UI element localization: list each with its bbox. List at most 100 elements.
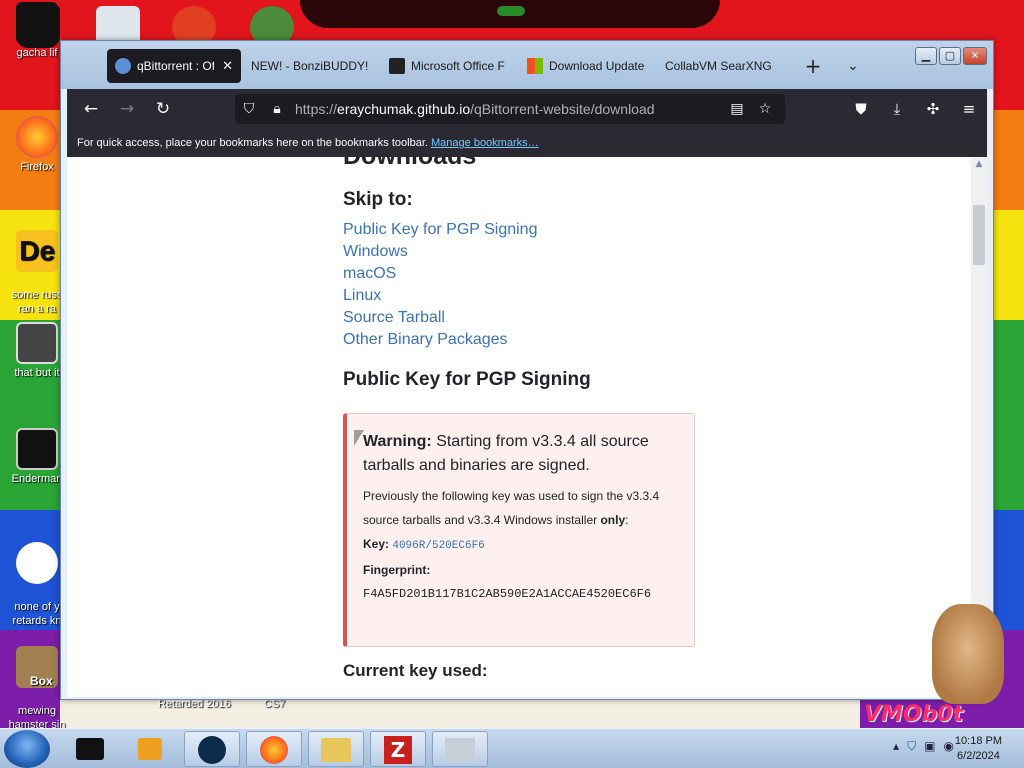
- skip-link-source-tarball[interactable]: Source Tarball: [343, 307, 723, 329]
- skip-link-windows[interactable]: Windows: [343, 241, 723, 263]
- download-icon: ⤓: [893, 100, 901, 118]
- tab-collabvm-searxng[interactable]: CollabVM SearXNG: [655, 49, 793, 83]
- downloads-section: Downloads Skip to: Public Key for PGP Si…: [343, 157, 723, 680]
- extensions-button[interactable]: ✣: [915, 94, 951, 124]
- volume-icon[interactable]: ◉: [944, 739, 954, 754]
- dinosaur-icon: [16, 542, 58, 584]
- tab-label: qBittorrent : Of: [137, 59, 215, 73]
- taskbar-app-unknown[interactable]: [432, 731, 488, 767]
- list-all-tabs-button[interactable]: ⌄: [833, 58, 873, 74]
- pocket-button[interactable]: ⛊: [843, 94, 879, 124]
- box-label: Box: [30, 674, 53, 688]
- enderman-icon: [16, 428, 58, 470]
- firefox-icon: [260, 736, 288, 764]
- forward-button[interactable]: →: [109, 94, 145, 124]
- clock-date: 6/2/2024: [957, 750, 1000, 762]
- hamburger-menu-icon: ≡: [962, 100, 976, 118]
- skip-link-other-binaries[interactable]: Other Binary Packages: [343, 329, 723, 351]
- tab-download-update[interactable]: Download Update: [517, 49, 655, 83]
- filezilla-icon: Z: [384, 736, 412, 764]
- fingerprint-value: F4A5FD201B117B1C2AB590E2A1ACCAE4520EC6F6: [363, 587, 652, 601]
- tab-qbittorrent[interactable]: qBittorrent : Of ✕: [107, 49, 241, 83]
- url-host: eraychumak.github.io: [337, 101, 471, 117]
- maximize-button[interactable]: ▢: [939, 47, 961, 65]
- taskbar-app-terminal[interactable]: [62, 731, 118, 767]
- url-text[interactable]: https://eraychumak.github.io/qBittorrent…: [295, 101, 655, 117]
- navigation-toolbar: ← → ↻ ⛉ 🔒︎ https://eraychumak.github.io/…: [67, 89, 987, 129]
- reload-button[interactable]: ↻: [145, 94, 181, 124]
- lock-icon[interactable]: 🔒︎: [263, 101, 291, 117]
- de-icon: De: [16, 230, 58, 272]
- manage-bookmarks-link[interactable]: Manage bookmarks…: [431, 137, 539, 149]
- desktop-icon-label: that but it: [14, 367, 60, 379]
- tab-bonzibuddy[interactable]: NEW! - BonziBUDDY!: [241, 49, 379, 83]
- address-bar[interactable]: ⛉ 🔒︎ https://eraychumak.github.io/qBitto…: [235, 94, 785, 124]
- archive-icon: [389, 58, 405, 74]
- close-icon: ✕: [970, 49, 980, 62]
- arrow-right-icon: →: [119, 99, 135, 119]
- bookmark-star-icon[interactable]: ☆: [751, 101, 779, 117]
- toolbar-right: ⛊ ⤓ ✣ ≡: [843, 89, 987, 129]
- skip-link-linux[interactable]: Linux: [343, 285, 723, 307]
- title-bar: qBittorrent : Of ✕ NEW! - BonziBUDDY! Mi…: [61, 41, 993, 89]
- page-title: Downloads: [343, 157, 723, 169]
- skip-link-pgp[interactable]: Public Key for PGP Signing: [343, 219, 723, 241]
- minimize-icon: ▁: [921, 49, 931, 62]
- close-window-button[interactable]: ✕: [963, 47, 987, 65]
- warning-text: Warning: Starting from v3.3.4 all source…: [363, 430, 678, 478]
- new-tab-button[interactable]: +: [793, 54, 833, 78]
- tab-microsoft-office[interactable]: Microsoft Office F: [379, 49, 517, 83]
- media-player-icon: [138, 738, 162, 760]
- system-tray: ▴ ⛉ ▣ ◉: [893, 739, 954, 754]
- security-shield-icon[interactable]: ⛉: [907, 739, 916, 754]
- mouse-cursor-icon: [354, 430, 364, 446]
- taskbar-app-filezilla[interactable]: Z: [370, 731, 426, 767]
- taskbar: Z ▴ ⛉ ▣ ◉ 10:18 PM 6/2/2024: [0, 728, 1024, 768]
- taskbar-app-firefox[interactable]: [246, 731, 302, 767]
- desktop-icon-label: none of y retards kn: [12, 601, 62, 627]
- skip-link-macos[interactable]: macOS: [343, 263, 723, 285]
- taskbar-app-media[interactable]: [122, 731, 178, 767]
- taskbar-app-explorer[interactable]: [308, 731, 364, 767]
- puzzle-icon: ✣: [926, 100, 940, 118]
- close-tab-icon[interactable]: ✕: [222, 58, 233, 74]
- key-value[interactable]: 4096R/520EC6F6: [392, 540, 484, 552]
- start-button[interactable]: [4, 730, 50, 768]
- vmobot-overlay: VMOb0t: [864, 702, 964, 727]
- page-content: Downloads Skip to: Public Key for PGP Si…: [67, 157, 971, 697]
- folder-icon: [321, 738, 351, 762]
- only-text: only: [600, 513, 626, 527]
- only-suffix: :: [625, 513, 629, 527]
- reader-view-icon[interactable]: ▤: [723, 101, 751, 117]
- show-hidden-icons-icon[interactable]: ▴: [893, 739, 899, 754]
- globe-icon: [198, 736, 226, 764]
- copy-window-icon: [16, 322, 58, 364]
- taskbar-app-globe[interactable]: [184, 731, 240, 767]
- arrow-left-icon: ←: [83, 99, 99, 119]
- desktop-icon-label: Enderman: [11, 473, 63, 485]
- network-icon[interactable]: ▣: [924, 739, 935, 754]
- app-icon: [445, 738, 475, 762]
- back-button[interactable]: ←: [73, 94, 109, 124]
- shield-icon[interactable]: ⛉: [235, 101, 263, 117]
- hamster-mascot: [932, 604, 1004, 704]
- minimize-button[interactable]: ▁: [915, 47, 937, 65]
- desktop-icon-label: some russ ran a ra: [11, 289, 63, 315]
- downloads-button[interactable]: ⤓: [879, 94, 915, 124]
- bookmarks-message: For quick access, place your bookmarks h…: [77, 137, 428, 149]
- desktop-icon-label: gacha lif: [16, 47, 58, 59]
- scroll-up-icon[interactable]: ▲: [971, 157, 987, 171]
- url-path: /qBittorrent-website/download: [470, 101, 655, 117]
- clock[interactable]: 10:18 PM 6/2/2024: [955, 734, 1002, 764]
- clock-time: 10:18 PM: [954, 735, 1002, 747]
- pocket-icon: ⛊: [855, 100, 867, 118]
- bookmarks-toolbar: For quick access, place your bookmarks h…: [67, 129, 987, 157]
- chevron-down-icon: ⌄: [847, 58, 859, 74]
- previous-key-text: Previously the following key was used to…: [363, 484, 678, 532]
- menu-button[interactable]: ≡: [951, 94, 987, 124]
- tab-label: Download Update: [549, 59, 645, 73]
- reload-icon: ↻: [155, 99, 171, 119]
- scrollbar-thumb[interactable]: [973, 205, 985, 265]
- wallpaper-shape: [497, 6, 525, 16]
- skip-heading: Skip to:: [343, 189, 413, 210]
